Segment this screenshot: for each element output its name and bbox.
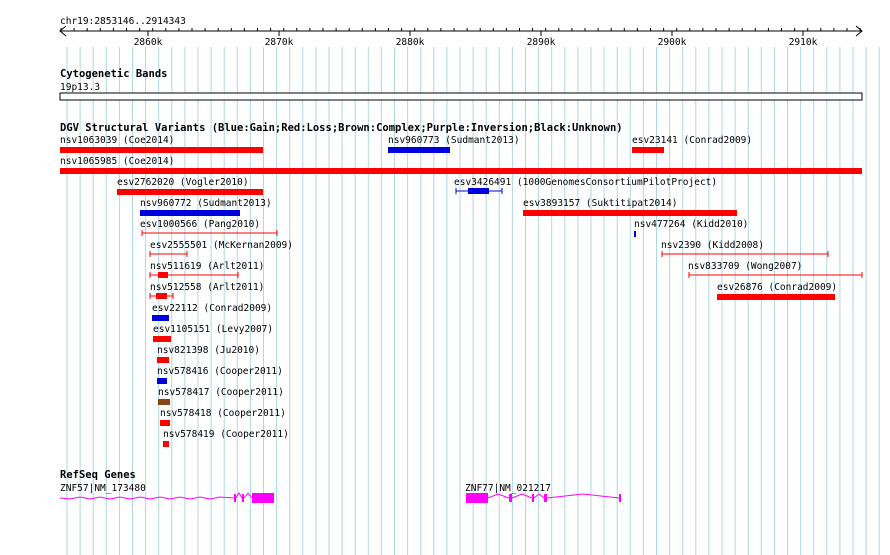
variant-label: nsv512558 (Arlt2011): [150, 282, 264, 293]
variant-label: esv3426491 (1000GenomesConsortiumPilotPr…: [454, 177, 717, 188]
gene-exon: [509, 494, 512, 502]
variant-label: esv1000566 (Pang2010): [140, 219, 260, 230]
variant-label: nsv1065985 (Coe2014): [60, 156, 174, 167]
variant-bar: [160, 420, 170, 426]
gene-exon: [242, 494, 244, 502]
ruler-location-label: chr19:2853146..2914343: [60, 16, 186, 27]
variant-inner-bar: [468, 188, 489, 194]
ruler-tick-label: 2880k: [396, 37, 425, 48]
dgv-track-title: DGV Structural Variants (Blue:Gain;Red:L…: [60, 122, 623, 134]
variant-bar: [153, 336, 171, 342]
variant-bar: [157, 378, 167, 384]
variant-bar: [60, 168, 862, 174]
dgv-variant[interactable]: esv26876 (Conrad2009): [717, 282, 837, 300]
variant-bar: [152, 315, 169, 321]
gene-exon: [619, 494, 621, 502]
variant-label: esv1105151 (Levy2007): [153, 324, 273, 335]
gene-label: ZNF57|NM_173480: [60, 483, 146, 494]
ruler-tick-label: 2870k: [265, 37, 294, 48]
variant-label: nsv511619 (Arlt2011): [150, 261, 264, 272]
variant-label: nsv477264 (Kidd2010): [634, 219, 748, 230]
variant-label: nsv578416 (Cooper2011): [157, 366, 283, 377]
gene-exon: [252, 493, 274, 503]
variant-label: nsv1063039 (Coe2014): [60, 135, 174, 146]
variant-label: nsv578417 (Cooper2011): [158, 387, 284, 398]
refseq-track-title: RefSeq Genes: [60, 469, 136, 481]
gene-exon: [532, 494, 534, 502]
dgv-variant[interactable]: esv1000566 (Pang2010): [140, 219, 278, 236]
variant-label: nsv821398 (Ju2010): [157, 345, 260, 356]
ruler-tick-label: 2860k: [134, 37, 163, 48]
cytoband-bar[interactable]: [59, 92, 863, 101]
variant-bar: [523, 210, 737, 216]
cytoband-track-title: Cytogenetic Bands: [60, 68, 167, 80]
variant-bar: [140, 210, 240, 216]
variant-bar: [158, 399, 170, 405]
variant-label: nsv578418 (Cooper2011): [160, 408, 286, 419]
dgv-variant[interactable]: esv2762020 (Vogler2010): [117, 177, 263, 195]
variant-label: esv23141 (Conrad2009): [632, 135, 752, 146]
variant-label: nsv2390 (Kidd2008): [661, 240, 764, 251]
cytoband-label: 19p13.3: [60, 82, 100, 93]
variant-label: esv3893157 (Suktitipat2014): [523, 198, 677, 209]
variant-label: esv22112 (Conrad2009): [152, 303, 272, 314]
ruler-tick-label: 2910k: [789, 37, 818, 48]
gene-exon: [466, 493, 488, 503]
ruler-tick-label: 2890k: [527, 37, 556, 48]
gene-exon: [544, 494, 547, 502]
variant-bar: [717, 294, 835, 300]
ruler-tick-label: 2900k: [658, 37, 687, 48]
variant-label: nsv833709 (Wong2007): [688, 261, 802, 272]
gene-exon: [234, 494, 236, 502]
genome-browser-view: chr19:2853146..2914343 2860k 2870k 2880k…: [0, 0, 890, 555]
variant-label: nsv960772 (Sudmant2013): [140, 198, 272, 209]
gene-label: ZNF77|NM_021217: [465, 483, 551, 494]
variant-bar: [632, 147, 664, 153]
variant-bar: [163, 441, 169, 447]
variant-inner-bar: [156, 293, 167, 299]
variant-inner-bar: [158, 272, 168, 278]
variant-label: esv26876 (Conrad2009): [717, 282, 837, 293]
variant-bar: [634, 231, 636, 237]
variant-label: esv2762020 (Vogler2010): [117, 177, 249, 188]
variant-bar: [60, 147, 263, 153]
variant-label: nsv960773 (Sudmant2013): [388, 135, 520, 146]
variant-bar: [117, 189, 263, 195]
variant-label: nsv578419 (Cooper2011): [163, 429, 289, 440]
variant-label: esv2555501 (McKernan2009): [150, 240, 293, 251]
variant-bar: [157, 357, 169, 363]
variant-bar: [388, 147, 450, 153]
